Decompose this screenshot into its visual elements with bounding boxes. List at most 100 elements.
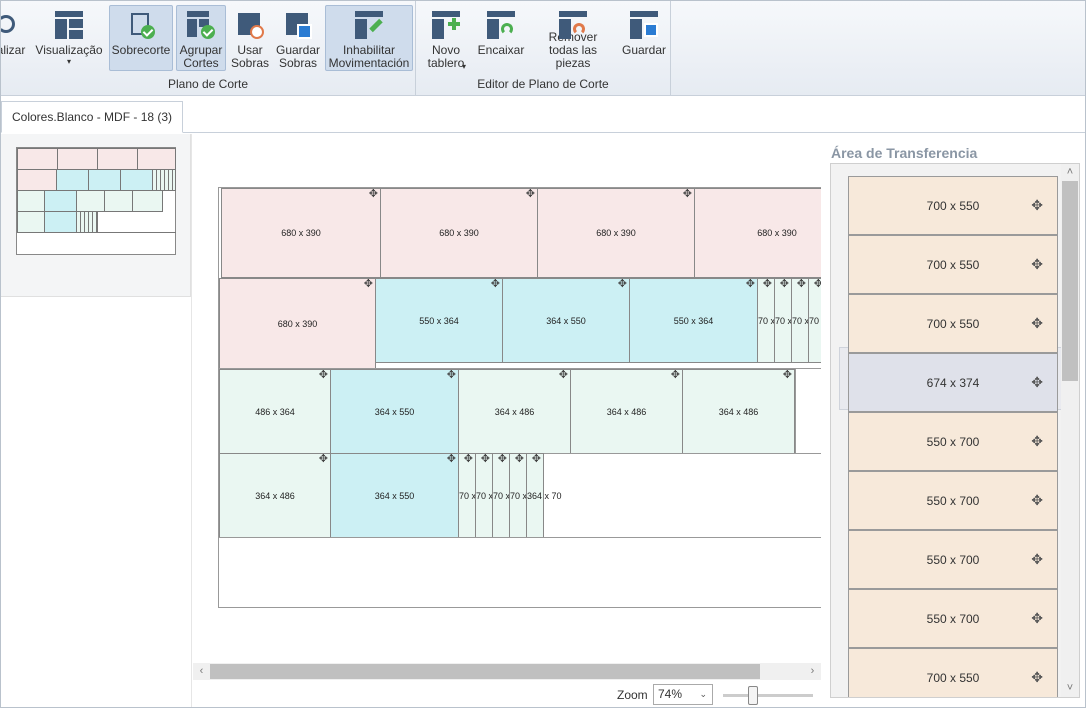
scrollbar-thumb[interactable] xyxy=(1062,181,1078,381)
move-icon[interactable]: ✥ xyxy=(1031,433,1043,450)
piece[interactable]: 70 x ✥ xyxy=(509,453,527,538)
piece[interactable]: 70 x ✥ xyxy=(791,278,809,363)
move-icon[interactable]: ✥ xyxy=(1031,374,1043,391)
transfer-area-title: Área de Transferencia xyxy=(831,145,978,161)
piece[interactable]: 364 x 486 ✥ xyxy=(219,453,331,538)
piece[interactable]: 364 x 550 ✥ xyxy=(502,278,630,363)
move-icon[interactable]: ✥ xyxy=(526,189,535,200)
scroll-left-icon[interactable]: ‹ xyxy=(193,663,210,680)
transfer-item[interactable]: 550 x 700 ✥ xyxy=(848,589,1058,648)
piece-label: 364 x 70 xyxy=(527,490,562,501)
tab-board[interactable]: Colores.Blanco - MDF - 18 (3) xyxy=(1,101,184,133)
remove-pieces-icon xyxy=(557,9,589,39)
move-icon[interactable]: ✥ xyxy=(1031,610,1043,627)
transfer-item[interactable]: 550 x 700 ✥ xyxy=(848,412,1058,471)
cutting-board-canvas[interactable]: 680 x 390 ✥ 680 x 390 ✥ 680 x 390 ✥ 680 x 3… xyxy=(218,187,821,608)
scroll-down-icon[interactable]: ˅ xyxy=(1061,680,1079,697)
piece[interactable]: 70 x ✥ xyxy=(458,453,476,538)
move-icon[interactable]: ✥ xyxy=(447,370,456,381)
transfer-list[interactable]: 700 x 550 ✥ 700 x 550 ✥ 700 x 550 ✥ 674 x 3… xyxy=(830,163,1080,698)
piece[interactable]: 364 x 486 ✥ xyxy=(570,369,683,454)
piece[interactable]: 550 x 364 ✥ xyxy=(629,278,758,363)
guardar-button[interactable]: Guardar xyxy=(621,5,667,71)
piece[interactable]: 364 x 550 ✥ xyxy=(330,369,459,454)
move-icon[interactable]: ✥ xyxy=(797,279,806,290)
move-icon[interactable]: ✥ xyxy=(814,279,821,290)
move-icon[interactable]: ✥ xyxy=(618,279,627,290)
move-icon[interactable]: ✥ xyxy=(498,454,507,465)
piece-label: 364 x 486 xyxy=(255,490,295,501)
transfer-item-selected[interactable]: 674 x 374 ✥ xyxy=(848,353,1058,412)
move-icon[interactable]: ✥ xyxy=(532,453,541,465)
piece[interactable]: 680 x 390 ✥ xyxy=(537,188,695,278)
piece[interactable]: 680 x 390 ✥ xyxy=(219,278,376,369)
visualizacao-button[interactable]: Visualização ▾ xyxy=(34,5,104,71)
move-icon[interactable]: ✥ xyxy=(683,189,692,200)
move-icon[interactable]: ✥ xyxy=(1031,315,1043,332)
horizontal-scrollbar[interactable]: ‹ › xyxy=(193,663,821,680)
piece[interactable]: 70 x ✥ xyxy=(774,278,792,363)
habilitar-movimentacao-button[interactable]: Inhabilitar Movimentación xyxy=(325,5,413,71)
move-icon[interactable]: ✥ xyxy=(364,279,373,290)
transfer-item[interactable]: 550 x 700 ✥ xyxy=(848,471,1058,530)
piece-label: 70 x xyxy=(510,490,527,501)
piece[interactable]: 550 x 364 ✥ xyxy=(375,278,503,363)
transfer-item[interactable]: 700 x 550 ✥ xyxy=(848,176,1058,235)
move-icon[interactable]: ✥ xyxy=(671,370,680,381)
thumbnail-panel xyxy=(1,134,191,297)
move-icon[interactable]: ✥ xyxy=(559,370,568,381)
piece[interactable]: 364 x 486 ✥ xyxy=(458,369,571,454)
piece[interactable]: 680 x 390 ✥ xyxy=(221,188,381,278)
atualizar-button[interactable]: alizar xyxy=(1,5,29,71)
move-icon[interactable]: ✥ xyxy=(369,189,378,200)
transfer-item[interactable]: 550 x 700 ✥ xyxy=(848,530,1058,589)
zoom-select[interactable]: 74% ⌄ xyxy=(653,684,713,705)
move-icon[interactable]: ✥ xyxy=(319,370,328,381)
move-icon[interactable]: ✥ xyxy=(481,454,490,465)
move-icon[interactable]: ✥ xyxy=(491,279,500,290)
transfer-item[interactable]: 700 x 550 ✥ xyxy=(848,648,1058,697)
move-icon[interactable]: ✥ xyxy=(1031,492,1043,509)
move-icon[interactable]: ✥ xyxy=(780,279,789,290)
move-icon[interactable]: ✥ xyxy=(1031,551,1043,568)
piece[interactable]: 70 x ✥ xyxy=(808,278,821,363)
sobrecorte-button[interactable]: Sobrecorte xyxy=(109,5,173,71)
zoom-label: Zoom xyxy=(617,688,648,702)
piece[interactable]: 364 x 550 ✥ xyxy=(330,453,459,538)
chevron-down-icon: ⌄ xyxy=(699,689,707,699)
transfer-item[interactable]: 700 x 550 ✥ xyxy=(848,294,1058,353)
piece[interactable]: 364 x 70 ✥ xyxy=(526,453,562,538)
agrupar-cortes-button[interactable]: Agrupar Cortes xyxy=(176,5,226,71)
move-icon[interactable]: ✥ xyxy=(319,454,328,465)
scroll-up-icon[interactable]: ˄ xyxy=(1061,164,1079,181)
move-icon[interactable]: ✥ xyxy=(1031,197,1043,214)
group-label-editor: Editor de Plano de Corte xyxy=(477,77,609,91)
piece[interactable]: 364 x 486 ✥ xyxy=(682,369,795,454)
move-icon[interactable]: ✥ xyxy=(447,454,456,465)
move-icon[interactable]: ✥ xyxy=(1031,256,1043,273)
encaixar-button[interactable]: Encaixar xyxy=(476,5,526,71)
scrollbar-thumb[interactable] xyxy=(210,664,760,679)
novo-tablero-button[interactable]: Novo tablero ▾ xyxy=(421,5,471,71)
piece[interactable]: 70 x ✥ xyxy=(757,278,775,363)
move-icon[interactable]: ✥ xyxy=(515,454,524,465)
piece[interactable]: 680 x 390 ✥ xyxy=(380,188,538,278)
piece[interactable]: 486 x 364 ✥ xyxy=(219,369,331,454)
zoom-slider-track[interactable] xyxy=(723,694,813,697)
piece[interactable]: 70 x ✥ xyxy=(492,453,510,538)
transfer-item[interactable]: 700 x 550 ✥ xyxy=(848,235,1058,294)
vertical-scrollbar[interactable]: ˄ ˅ xyxy=(1061,164,1079,697)
scroll-right-icon[interactable]: › xyxy=(804,663,821,680)
usar-sobras-button[interactable]: Usar Sobras xyxy=(229,5,271,71)
move-icon[interactable]: ✥ xyxy=(783,370,792,381)
move-icon[interactable]: ✥ xyxy=(464,454,473,465)
board-thumbnail[interactable] xyxy=(16,147,176,255)
zoom-slider-thumb[interactable] xyxy=(748,686,758,705)
move-icon[interactable]: ✥ xyxy=(763,279,772,290)
remover-pecas-button[interactable]: Remover todas las piezas xyxy=(529,5,617,71)
piece[interactable]: 680 x 390 xyxy=(694,188,821,278)
guardar-sobras-button[interactable]: Guardar Sobras xyxy=(274,5,322,71)
move-icon[interactable]: ✥ xyxy=(746,279,755,290)
move-icon[interactable]: ✥ xyxy=(1031,669,1043,686)
piece[interactable]: 70 x ✥ xyxy=(475,453,493,538)
